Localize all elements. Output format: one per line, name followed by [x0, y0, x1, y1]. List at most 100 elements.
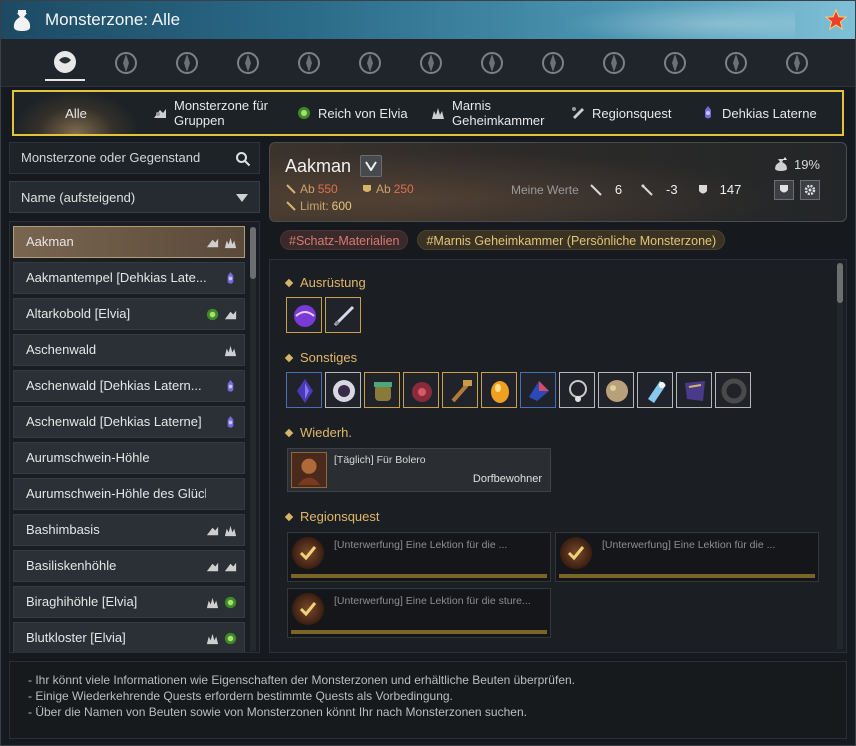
filter-label: Dehkias Laterne	[722, 105, 817, 121]
purple-orb-icon	[294, 305, 316, 327]
category-tab-kamasylvia[interactable]	[533, 45, 573, 81]
category-tab-edania[interactable]	[777, 45, 817, 81]
category-tab-crescent[interactable]	[289, 45, 329, 81]
region-quest-card[interactable]: [Unterwerfung] Eine Lektion für die stur…	[287, 588, 551, 638]
shield-icon	[698, 184, 707, 193]
item-slot[interactable]	[286, 372, 322, 408]
item-slot[interactable]	[325, 297, 361, 333]
tag-list: #Schatz-Materialien #Marnis Geheimkammer…	[280, 230, 726, 250]
filter-lantern[interactable]: Dehkias Laterne	[700, 92, 840, 134]
item-slot[interactable]	[403, 372, 439, 408]
required-dp: Ab 250	[361, 182, 414, 196]
filter-label: Reich von Elvia	[318, 105, 408, 121]
marni-icon	[224, 237, 237, 249]
item-slot[interactable]	[364, 372, 400, 408]
category-tab-serendia[interactable]	[472, 45, 512, 81]
item-slot[interactable]	[286, 297, 322, 333]
necklace-icon	[569, 380, 587, 402]
tag-treasure[interactable]: #Schatz-Materialien	[280, 230, 409, 250]
info-line: - Einige Wiederkehrende Quests erfordern…	[28, 689, 453, 703]
filter-region-quest[interactable]: Regionsquest	[570, 92, 700, 134]
content-scrollbar[interactable]	[837, 263, 843, 649]
item-slot[interactable]	[676, 372, 712, 408]
filter-marni[interactable]: Marnis Geheimkammer	[430, 92, 560, 134]
potion-icon	[648, 381, 666, 403]
sword-icon	[286, 184, 296, 194]
daily-quest-card[interactable]: [Täglich] Für Bolero Dorfbewohner	[287, 448, 551, 492]
filter-label: Monsterzone für Gruppen	[174, 98, 268, 128]
favorite-star-icon[interactable]	[825, 9, 847, 31]
zone-list-item[interactable]: Basiliskenhöhle	[13, 550, 245, 582]
category-tab-all[interactable]	[45, 45, 85, 81]
category-tab-eagle[interactable]	[228, 45, 268, 81]
settings-button[interactable]	[800, 180, 820, 200]
quest-title: [Unterwerfung] Eine Lektion für die ...	[602, 539, 776, 551]
item-slot[interactable]	[637, 372, 673, 408]
section-region: Regionsquest	[284, 509, 380, 524]
scroll-thumb[interactable]	[250, 227, 256, 279]
item-slot[interactable]	[442, 372, 478, 408]
limit-value: 600	[331, 199, 352, 213]
category-tab-drieghan[interactable]	[594, 45, 634, 81]
item-slot[interactable]	[715, 372, 751, 408]
ap-label: Ab	[300, 182, 315, 196]
search-input[interactable]: Monsterzone oder Gegenstand	[9, 142, 260, 174]
category-tab-horse[interactable]	[106, 45, 146, 81]
category-tab-valencia[interactable]	[350, 45, 390, 81]
filter-all[interactable]: Alle	[16, 92, 136, 134]
ring-icon	[721, 378, 747, 404]
serendia-icon	[481, 52, 503, 74]
zone-type-icons	[223, 271, 238, 286]
item-slot[interactable]	[325, 372, 361, 408]
black-stone-icon	[333, 380, 355, 402]
item-slot[interactable]	[559, 372, 595, 408]
item-slot[interactable]	[481, 372, 517, 408]
filter-elvia[interactable]: Reich von Elvia	[296, 92, 426, 134]
ap-value: 550	[317, 182, 338, 196]
scroll-thumb[interactable]	[837, 263, 843, 303]
zone-list-item[interactable]: Aakman	[13, 226, 245, 258]
section-equipment: Ausrüstung	[284, 275, 366, 290]
zone-list-item[interactable]: Altarkobold [Elvia]	[13, 298, 245, 330]
zone-list-item[interactable]: Biraghihöhle [Elvia]	[13, 586, 245, 618]
category-tab-odyllita[interactable]	[655, 45, 695, 81]
sort-dropdown[interactable]: Name (aufsteigend)	[9, 181, 260, 213]
crystal-icon	[297, 379, 313, 403]
category-tab-mountain[interactable]	[716, 45, 756, 81]
zone-list-scrollbar[interactable]	[250, 227, 256, 651]
category-tab-lion[interactable]	[167, 45, 207, 81]
filter-party[interactable]: Monsterzone für Gruppen	[152, 92, 292, 134]
marni-icon	[206, 633, 219, 645]
quest-title: [Täglich] Für Bolero	[334, 454, 426, 466]
eagle-icon	[237, 52, 259, 74]
tag-marni[interactable]: #Marnis Geheimkammer (Persönliche Monste…	[417, 230, 726, 250]
zone-list-item[interactable]: Aakmantempel [Dehkias Late...	[13, 262, 245, 294]
zone-list-item[interactable]: Aschenwald [Dehkias Laterne]	[13, 406, 245, 438]
zone-list-item[interactable]: Bashimbasis	[13, 514, 245, 546]
category-tab-calpheon[interactable]	[411, 45, 451, 81]
zone-dropdown-button[interactable]	[360, 155, 382, 177]
party-icon	[206, 562, 219, 572]
section-title-text: Sonstiges	[300, 350, 358, 365]
zone-type-icons	[223, 415, 238, 430]
zone-type-icons	[205, 235, 238, 250]
monsterzone-window: Monsterzone: Alle Alle Monsterzone für G…	[0, 0, 856, 746]
region-quest-card[interactable]: [Unterwerfung] Eine Lektion für die ...	[287, 532, 551, 582]
item-slot[interactable]	[598, 372, 634, 408]
chevron-down-icon	[236, 194, 248, 202]
zone-list-item[interactable]: Blutkloster [Elvia]	[13, 622, 245, 652]
dagger-icon	[333, 305, 355, 327]
region-quest-card[interactable]: [Unterwerfung] Eine Lektion für die ...	[555, 532, 819, 582]
title-bar[interactable]: Monsterzone: Alle	[1, 1, 855, 39]
zone-list-item[interactable]: Aurumschwein-Höhle des Glücks	[13, 478, 245, 510]
zone-list-item[interactable]: Aurumschwein-Höhle	[13, 442, 245, 474]
zone-list-item[interactable]: Aschenwald [Dehkias Latern...	[13, 370, 245, 402]
zone-list-item[interactable]: Aschenwald	[13, 334, 245, 366]
defense-toggle-button[interactable]	[774, 180, 794, 200]
filter-label: Alle	[65, 105, 87, 121]
zone-name: Altarkobold [Elvia]	[26, 306, 131, 321]
zone-name: Aurumschwein-Höhle des Glücks	[26, 486, 206, 501]
zone-name: Aschenwald [Dehkias Latern...	[26, 378, 202, 393]
search-icon[interactable]	[235, 151, 251, 167]
item-slot[interactable]	[520, 372, 556, 408]
